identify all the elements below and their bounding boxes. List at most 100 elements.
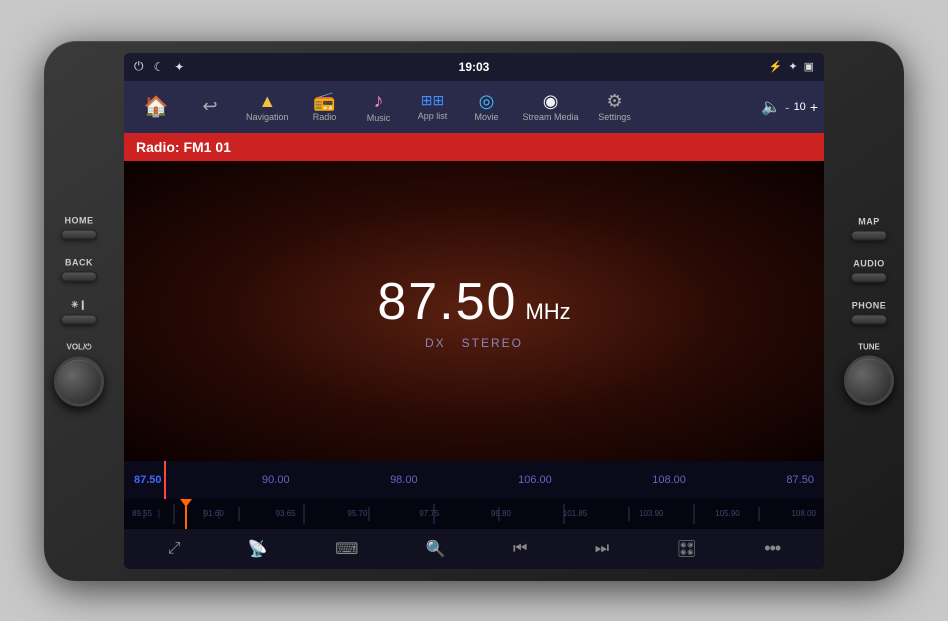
- more-btn[interactable]: •••: [756, 534, 788, 563]
- wave-tick-1: 91.60: [204, 509, 224, 518]
- stream-label: Stream Media: [523, 112, 579, 122]
- navigation-label: Navigation: [246, 112, 289, 122]
- left-side-buttons: HOME BACK ✳❙ VOL/⏻: [54, 215, 104, 406]
- volume-knob[interactable]: [54, 356, 104, 406]
- scan-btn[interactable]: ⤢: [160, 536, 189, 562]
- screen: ⏻ ☾ ✦ 19:03 ⚡ ✦ ▣ 🏠 ↩ ▲ Navigation: [124, 53, 824, 569]
- vol-number: 10: [794, 101, 806, 113]
- keyboard-btn[interactable]: ⌨: [327, 535, 366, 563]
- dx-label: DX: [425, 336, 446, 350]
- audio-button-label: AUDIO: [853, 258, 885, 268]
- freq-marker-5: 87.50: [786, 474, 814, 486]
- equalizer-btn[interactable]: 🎛: [669, 535, 705, 563]
- nav-back[interactable]: ↩: [184, 92, 236, 121]
- wave-tick-7: 103.90: [639, 509, 663, 518]
- nav-settings[interactable]: ⚙ Settings: [589, 88, 641, 126]
- nav-movie[interactable]: ◎ Movie: [461, 88, 513, 126]
- vol-plus-btn[interactable]: +: [810, 99, 818, 115]
- phone-button-group: PHONE: [851, 300, 887, 324]
- home-button[interactable]: [61, 229, 97, 239]
- status-time: 19:03: [459, 60, 490, 74]
- audio-button[interactable]: [851, 272, 887, 282]
- map-button-label: MAP: [858, 216, 880, 226]
- movie-icon: ◎: [479, 92, 495, 110]
- nav-home[interactable]: 🏠: [130, 90, 182, 123]
- vol-minus-btn[interactable]: -: [785, 99, 790, 115]
- next-btn[interactable]: ⏭: [587, 536, 617, 562]
- tune-label: TUNE: [858, 342, 880, 351]
- brightness-icon: ✳❙: [71, 299, 87, 310]
- tune-knob-group: TUNE: [844, 342, 894, 405]
- frequency-scale: 87.50 90.00 98.00 106.00 108.00 87.50: [124, 461, 824, 499]
- home-nav-icon: 🏠: [144, 94, 169, 119]
- radio-icon: 📻: [313, 92, 335, 110]
- freq-marker-3: 106.00: [518, 474, 552, 486]
- stereo-label: STEREO: [462, 336, 523, 350]
- settings-icon: ⚙: [606, 92, 622, 110]
- nav-radio[interactable]: 📻 Radio: [299, 88, 351, 126]
- music-icon: ♪: [374, 91, 384, 111]
- waveform-bar: 89.55 91.60 93.65 95.70 97.75 99.80 101.…: [124, 499, 824, 529]
- brightness-status-icon: ✦: [174, 60, 184, 74]
- bluetooth-icon: ✦: [788, 60, 797, 73]
- movie-label: Movie: [475, 112, 499, 122]
- waveform-scale: 89.55 91.60 93.65 95.70 97.75 99.80 101.…: [124, 499, 824, 529]
- frequency-number: 87.50: [377, 272, 517, 332]
- radio-header-text: Radio: FM1 01: [136, 139, 231, 155]
- settings-label: Settings: [598, 112, 631, 122]
- freq-marker-2: 98.00: [390, 474, 418, 486]
- nav-applist[interactable]: ⊞⊞ App list: [407, 88, 459, 125]
- wave-tick-3: 95.70: [347, 509, 367, 518]
- frequency-sub-info: DX STEREO: [425, 336, 523, 350]
- navigation-icon: ▲: [258, 92, 276, 110]
- radio-label: Radio: [313, 112, 337, 122]
- radio-main-content: 87.50 MHz DX STEREO: [124, 161, 824, 461]
- speaker-icon: 🔈: [761, 97, 781, 117]
- tune-knob[interactable]: [844, 355, 894, 405]
- wave-tick-9: 108.00: [791, 509, 815, 518]
- moon-icon: ☾: [154, 60, 165, 74]
- brightness-button[interactable]: [61, 314, 97, 324]
- map-button-group: MAP: [851, 216, 887, 240]
- car-unit: HOME BACK ✳❙ VOL/⏻ ⏻ ☾ ✦ 19:03 ⚡: [44, 41, 904, 581]
- freq-marker-1: 90.00: [262, 474, 290, 486]
- vol-label: VOL/⏻: [67, 342, 92, 352]
- home-button-label: HOME: [65, 215, 94, 225]
- freq-markers: 87.50 90.00 98.00 106.00 108.00 87.50: [134, 474, 814, 486]
- nav-music[interactable]: ♪ Music: [353, 87, 405, 127]
- frequency-display: 87.50 MHz: [377, 272, 570, 332]
- nav-bar: 🏠 ↩ ▲ Navigation 📻 Radio ♪ Music ⊞⊞ App …: [124, 81, 824, 133]
- wave-tick-2: 93.65: [276, 509, 296, 518]
- prev-btn[interactable]: ⏮: [505, 536, 535, 562]
- applist-label: App list: [418, 111, 448, 121]
- bottom-toolbar: ⤢ 📡 ⌨ 🔍 ⏮ ⏭ 🎛 •••: [124, 529, 824, 569]
- usb-icon: ⚡: [769, 60, 783, 73]
- wave-tick-0: 89.55: [132, 509, 152, 518]
- nav-stream[interactable]: ◉ Stream Media: [515, 88, 587, 126]
- wifi-scan-btn[interactable]: 📡: [240, 535, 276, 563]
- nav-navigation[interactable]: ▲ Navigation: [238, 88, 297, 126]
- radio-header: Radio: FM1 01: [124, 133, 824, 161]
- wave-tick-8: 105.90: [715, 509, 739, 518]
- home-button-group: HOME: [61, 215, 97, 239]
- phone-button[interactable]: [851, 314, 887, 324]
- back-nav-icon: ↩: [202, 96, 217, 117]
- brightness-button-group: ✳❙: [61, 299, 97, 324]
- frequency-unit: MHz: [525, 299, 570, 325]
- right-side-buttons: MAP AUDIO PHONE TUNE: [844, 216, 894, 405]
- wave-tick-4: 97.75: [419, 509, 439, 518]
- status-bar: ⏻ ☾ ✦ 19:03 ⚡ ✦ ▣: [124, 53, 824, 81]
- back-button[interactable]: [61, 271, 97, 281]
- freq-marker-4: 108.00: [652, 474, 686, 486]
- status-bar-right: ⚡ ✦ ▣: [769, 60, 814, 73]
- stream-icon: ◉: [543, 92, 559, 110]
- nav-volume-control: 🔈 - 10 +: [761, 97, 818, 117]
- volume-knob-group: VOL/⏻: [54, 342, 104, 406]
- freq-marker-0: 87.50: [134, 474, 162, 486]
- wave-tick-5: 99.80: [491, 509, 511, 518]
- search-btn[interactable]: 🔍: [418, 535, 454, 563]
- back-button-group: BACK: [61, 257, 97, 281]
- wave-tick-6: 101.85: [563, 509, 587, 518]
- map-button[interactable]: [851, 230, 887, 240]
- music-label: Music: [367, 113, 391, 123]
